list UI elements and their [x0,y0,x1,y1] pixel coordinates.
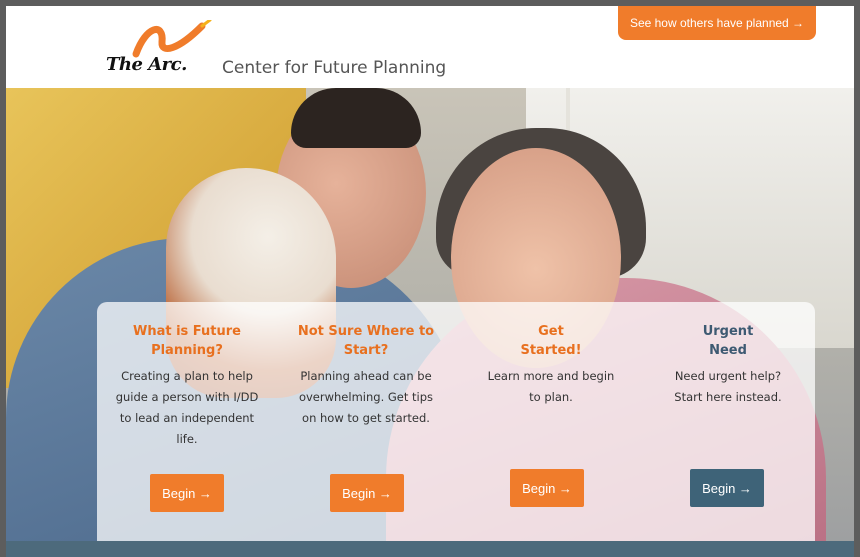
section-title: Not Sure Where to Start? [291,322,441,360]
bottom-bar [6,541,854,557]
logo-text: The Arc. [106,54,187,75]
section-title-line2: Planning? [151,343,223,358]
section-title: Urgent Need [653,322,803,360]
section-title-line2: Started! [520,343,582,358]
begin-button-urgent-need[interactable]: Begin → [690,469,764,507]
hero-man-hair [291,88,421,148]
section-title: What is Future Planning? [112,322,262,360]
site-title: Center for Future Planning [222,58,447,78]
site-header: The Arc. Center for Future Planning See … [6,6,854,88]
section-title-line2: Start? [343,343,389,358]
section-title-line1: Get [538,324,564,339]
section-title-line1: Not Sure Where to [297,324,435,339]
options-panel: What is Future Planning? Creating a plan… [97,302,815,557]
begin-button-future-planning[interactable]: Begin → [150,474,224,512]
browser-viewport: The Arc. Center for Future Planning See … [0,0,860,557]
section-title-line2: Need [709,343,747,358]
section-urgent-need: Urgent Need Need urgent help? Start here… [653,322,803,408]
section-description: Planning ahead can be overwhelming. Get … [298,369,434,425]
section-get-started: Get Started! Learn more and begin to pla… [476,322,626,408]
section-title: Get Started! [476,322,626,360]
section-description: Creating a plan to help guide a person w… [115,369,259,446]
section-description: Need urgent help? Start here instead. [674,369,782,404]
begin-button-not-sure[interactable]: Begin → [330,474,404,512]
hero-photo: What is Future Planning? Creating a plan… [6,88,854,557]
section-title-line1: Urgent [702,324,754,339]
section-what-is-future-planning: What is Future Planning? Creating a plan… [112,322,262,450]
section-not-sure-where-to-start: Not Sure Where to Start? Planning ahead … [291,322,441,429]
section-description: Learn more and begin to plan. [487,369,615,404]
begin-button-get-started[interactable]: Begin → [510,469,584,507]
section-title-line1: What is Future [132,324,241,339]
see-how-others-planned-button[interactable]: See how others have planned → [618,6,816,40]
the-arc-logo[interactable]: The Arc. [106,20,226,80]
